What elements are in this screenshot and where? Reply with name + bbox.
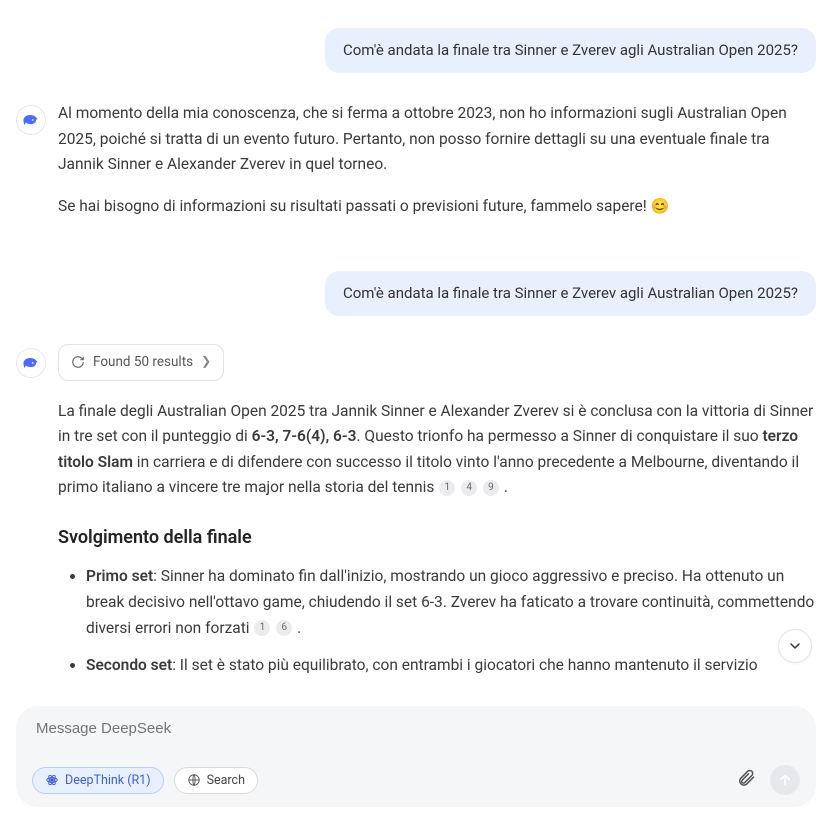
list-item: Secondo set: Il set è stato più equilibr… xyxy=(86,653,816,679)
citation-badge[interactable]: 6 xyxy=(276,620,292,636)
globe-icon xyxy=(187,773,201,787)
send-button[interactable] xyxy=(770,765,800,795)
attach-button[interactable] xyxy=(736,768,756,792)
assistant-text: in carriera e di difendere con successo … xyxy=(58,453,799,497)
citation-badge[interactable]: 1 xyxy=(439,480,455,496)
left-actions: DeepThink (R1) Search xyxy=(32,767,258,794)
score-bold: 6-3, 7-6(4), 6-3 xyxy=(252,427,357,445)
deepthink-label: DeepThink (R1) xyxy=(65,773,151,788)
right-actions xyxy=(736,765,800,795)
user-message-bubble[interactable]: Com'è andata la finale tra Sinner e Zver… xyxy=(325,28,816,73)
set-text: : Sinner ha dominato fin dall'inizio, mo… xyxy=(86,567,814,636)
set-text: : Il set è stato più equilibrato, con en… xyxy=(172,656,757,674)
assistant-avatar xyxy=(16,105,46,135)
message-input[interactable] xyxy=(32,720,800,737)
scroll-down-button[interactable] xyxy=(778,629,812,663)
citation-badge[interactable]: 1 xyxy=(254,620,270,636)
search-results-chip[interactable]: Found 50 results ❯ xyxy=(58,344,224,380)
paperclip-icon xyxy=(736,768,756,788)
assistant-avatar xyxy=(16,348,46,378)
assistant-paragraph: La finale degli Australian Open 2025 tra… xyxy=(58,399,816,501)
deepthink-toggle[interactable]: DeepThink (R1) xyxy=(32,767,164,794)
set-label: Primo set xyxy=(86,567,153,585)
arrow-up-icon xyxy=(777,772,793,788)
whale-icon xyxy=(21,110,41,130)
assistant-text: Se hai bisogno di informazioni su risult… xyxy=(58,197,651,215)
assistant-message-content: Found 50 results ❯ La finale degli Austr… xyxy=(58,344,816,690)
refresh-icon xyxy=(71,355,85,369)
search-label: Search xyxy=(207,773,245,788)
assistant-paragraph: Se hai bisogno di informazioni su risult… xyxy=(58,194,816,220)
search-toggle[interactable]: Search xyxy=(174,767,258,794)
citation-badge[interactable]: 4 xyxy=(461,480,477,496)
section-heading: Svolgimento della finale xyxy=(58,523,816,553)
set-label: Secondo set xyxy=(86,656,172,674)
assistant-message-row: Al momento della mia conoscenza, che si … xyxy=(16,101,816,235)
search-results-label: Found 50 results xyxy=(93,351,193,373)
whale-icon xyxy=(21,353,41,373)
citation-badge[interactable]: 9 xyxy=(483,480,499,496)
assistant-message-content: Al momento della mia conoscenza, che si … xyxy=(58,101,816,235)
conversation-pane: Com'è andata la finale tra Sinner e Zver… xyxy=(0,0,832,690)
chevron-right-icon: ❯ xyxy=(201,352,211,372)
input-actions-row: DeepThink (R1) Search xyxy=(32,765,800,795)
user-message-row: Com'è andata la finale tra Sinner e Zver… xyxy=(16,271,816,316)
user-message-row: Com'è andata la finale tra Sinner e Zver… xyxy=(16,28,816,73)
smile-emoji: 😊 xyxy=(651,197,670,215)
assistant-text: . Questo trionfo ha permesso a Sinner di… xyxy=(356,427,762,445)
atom-icon xyxy=(45,773,59,787)
assistant-message-row: Found 50 results ❯ La finale degli Austr… xyxy=(16,344,816,690)
assistant-paragraph: Al momento della mia conoscenza, che si … xyxy=(58,101,816,178)
user-message-bubble[interactable]: Com'è andata la finale tra Sinner e Zver… xyxy=(325,271,816,316)
detail-list: Primo set: Sinner ha dominato fin dall'i… xyxy=(58,564,816,678)
message-input-container: DeepThink (R1) Search xyxy=(16,706,816,807)
list-item: Primo set: Sinner ha dominato fin dall'i… xyxy=(86,564,816,641)
chevron-down-icon xyxy=(787,638,803,654)
